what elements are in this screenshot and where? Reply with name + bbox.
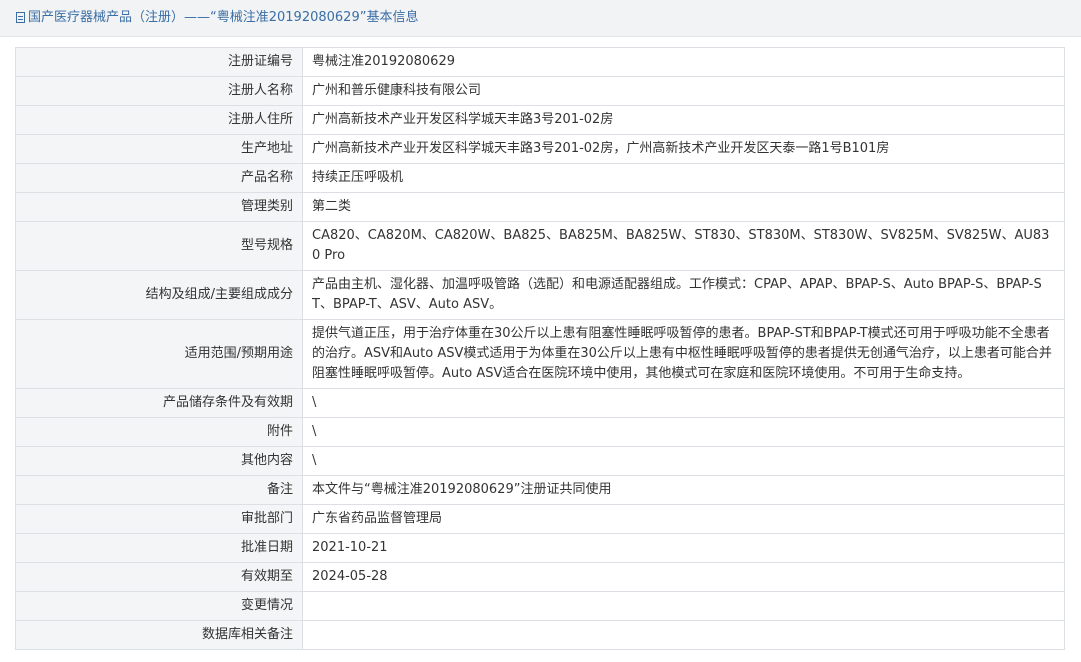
field-label: 管理类别 [15, 192, 303, 222]
field-label: 其他内容 [15, 446, 303, 476]
field-value: 2021-10-21 [302, 533, 1065, 563]
field-label: 批准日期 [15, 533, 303, 563]
field-value: 广州和普乐健康科技有限公司 [302, 76, 1065, 106]
field-label: 变更情况 [15, 591, 303, 621]
page-header: 国产医疗器械产品（注册）——“粤械注准20192080629”基本信息 [0, 0, 1081, 37]
field-label: 数据库相关备注 [15, 620, 303, 650]
field-value: 2024-05-28 [302, 562, 1065, 592]
field-value: \ [302, 417, 1065, 447]
field-label: 注册人名称 [15, 76, 303, 106]
table-row: 注册人住所 广州高新技术产业开发区科学城天丰路3号201-02房 [15, 105, 1065, 135]
field-value: 第二类 [302, 192, 1065, 222]
field-value: 广东省药品监督管理局 [302, 504, 1065, 534]
info-table: 注册证编号 粤械注准20192080629 注册人名称 广州和普乐健康科技有限公司 注册… [15, 47, 1065, 650]
table-row: 备注 本文件与“粤械注准20192080629”注册证共同使用 [15, 475, 1065, 505]
field-value: 产品由主机、湿化器、加温呼吸管路（选配）和电源适配器组成。工作模式：CPAP、A… [302, 270, 1065, 320]
field-value: \ [302, 446, 1065, 476]
field-label: 产品名称 [15, 163, 303, 193]
table-row: 批准日期 2021-10-21 [15, 533, 1065, 563]
info-table-body: 注册证编号 粤械注准20192080629 注册人名称 广州和普乐健康科技有限公司 注册… [15, 47, 1065, 650]
field-value [302, 591, 1065, 621]
field-value: \ [302, 388, 1065, 418]
table-row: 结构及组成/主要组成成分 产品由主机、湿化器、加温呼吸管路（选配）和电源适配器组成… [15, 270, 1065, 320]
field-value: 本文件与“粤械注准20192080629”注册证共同使用 [302, 475, 1065, 505]
table-row: 变更情况 [15, 591, 1065, 621]
field-label: 产品储存条件及有效期 [15, 388, 303, 418]
field-label: 结构及组成/主要组成成分 [15, 270, 303, 320]
field-value: 粤械注准20192080629 [302, 47, 1065, 77]
field-label: 型号规格 [15, 221, 303, 271]
table-row: 审批部门 广东省药品监督管理局 [15, 504, 1065, 534]
field-label: 注册证编号 [15, 47, 303, 77]
table-row: 其他内容 \ [15, 446, 1065, 476]
table-row: 管理类别 第二类 [15, 192, 1065, 222]
field-value: 广州高新技术产业开发区科学城天丰路3号201-02房，广州高新技术产业开发区天泰… [302, 134, 1065, 164]
table-row: 有效期至 2024-05-28 [15, 562, 1065, 592]
table-row: 产品储存条件及有效期 \ [15, 388, 1065, 418]
field-label: 有效期至 [15, 562, 303, 592]
field-label: 备注 [15, 475, 303, 505]
field-value: 持续正压呼吸机 [302, 163, 1065, 193]
field-value: CA820、CA820M、CA820W、BA825、BA825M、BA825W、… [302, 221, 1065, 271]
content-area: 注册证编号 粤械注准20192080629 注册人名称 广州和普乐健康科技有限公司 注册… [0, 37, 1081, 650]
field-label: 适用范围/预期用途 [15, 319, 303, 389]
field-value: 提供气道正压，用于治疗体重在30公斤以上患有阻塞性睡眠呼吸暂停的患者。BPAP-… [302, 319, 1065, 389]
table-row: 型号规格 CA820、CA820M、CA820W、BA825、BA825M、BA8… [15, 221, 1065, 271]
field-value [302, 620, 1065, 650]
table-row: 适用范围/预期用途 提供气道正压，用于治疗体重在30公斤以上患有阻塞性睡眠呼吸暂停… [15, 319, 1065, 389]
field-label: 审批部门 [15, 504, 303, 534]
field-label: 注册人住所 [15, 105, 303, 135]
table-row: 数据库相关备注 [15, 620, 1065, 650]
page-title: 国产医疗器械产品（注册）——“粤械注准20192080629”基本信息 [28, 10, 419, 25]
table-row: 注册人名称 广州和普乐健康科技有限公司 [15, 76, 1065, 106]
field-label: 生产地址 [15, 134, 303, 164]
field-label: 附件 [15, 417, 303, 447]
table-row: 产品名称 持续正压呼吸机 [15, 163, 1065, 193]
table-row: 附件 \ [15, 417, 1065, 447]
document-icon [16, 12, 25, 23]
table-row: 生产地址 广州高新技术产业开发区科学城天丰路3号201-02房，广州高新技术产业开… [15, 134, 1065, 164]
field-value: 广州高新技术产业开发区科学城天丰路3号201-02房 [302, 105, 1065, 135]
table-row: 注册证编号 粤械注准20192080629 [15, 47, 1065, 77]
